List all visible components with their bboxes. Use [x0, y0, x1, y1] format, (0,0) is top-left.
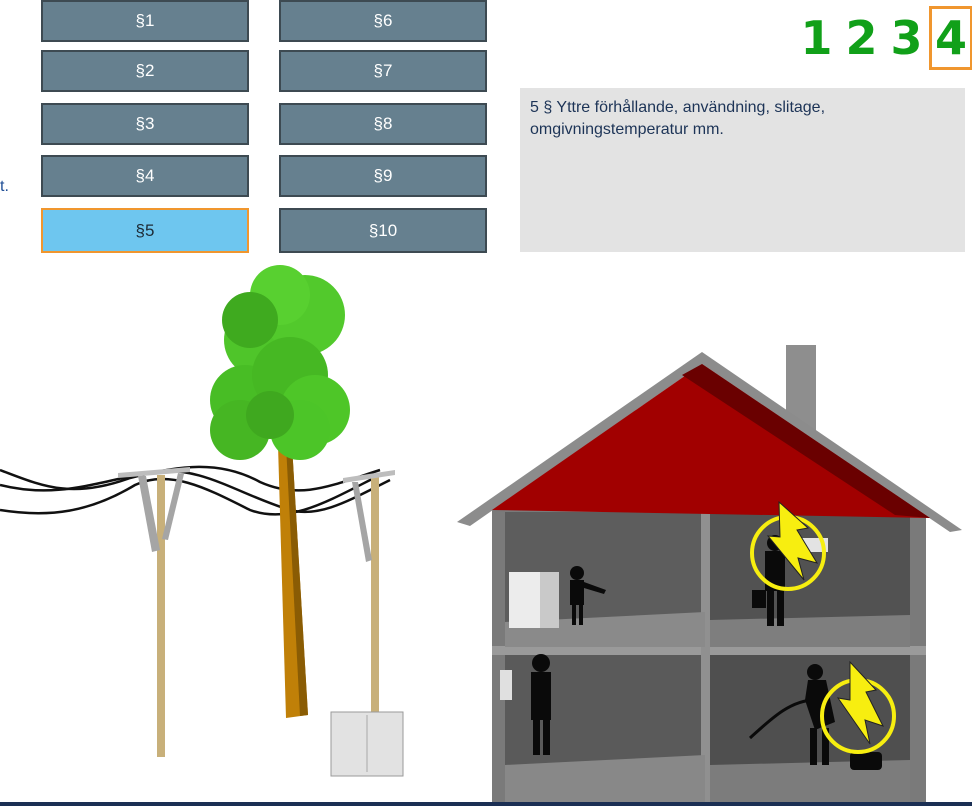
paragraph-button-2[interactable]: §2 — [41, 50, 249, 92]
paragraph-button-9[interactable]: §9 — [279, 155, 487, 197]
utility-pole-left — [118, 467, 190, 757]
step-3[interactable]: 3 — [884, 8, 929, 68]
electrical-cabinet — [330, 711, 404, 777]
paragraph-button-8[interactable]: §8 — [279, 103, 487, 145]
step-2[interactable]: 2 — [839, 8, 884, 68]
paragraph-button-4[interactable]: §4 — [41, 155, 249, 197]
utility-pole-right — [343, 470, 395, 715]
step-1[interactable]: 1 — [794, 8, 839, 68]
paragraph-button-10[interactable]: §10 — [279, 208, 487, 253]
paragraph-button-5[interactable]: §5 — [41, 208, 249, 253]
description-text: 5 § Yttre förhållande, användning, slita… — [530, 99, 826, 138]
truncated-link-text[interactable]: t. — [0, 178, 9, 196]
illustration-scene — [0, 265, 962, 806]
step-indicator: 1 2 3 4 — [794, 6, 972, 70]
bottom-border — [0, 802, 972, 806]
paragraph-button-6[interactable]: §6 — [279, 0, 487, 42]
paragraph-button-3[interactable]: §3 — [41, 103, 249, 145]
tree — [210, 265, 350, 718]
description-panel: 5 § Yttre förhållande, användning, slita… — [520, 88, 965, 252]
paragraph-button-1[interactable]: §1 — [41, 0, 249, 42]
paragraph-button-7[interactable]: §7 — [279, 50, 487, 92]
power-lines — [0, 465, 391, 516]
step-4[interactable]: 4 — [929, 6, 972, 70]
